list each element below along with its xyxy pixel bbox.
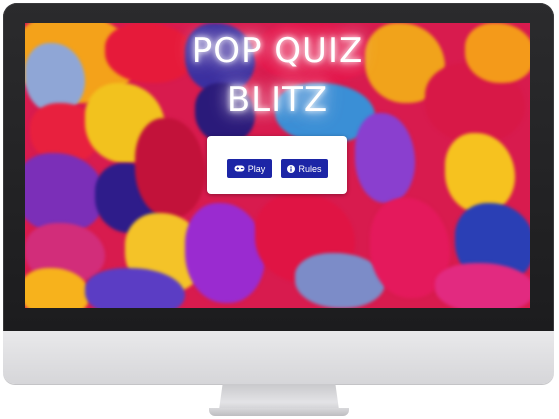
monitor-stand: [219, 384, 339, 410]
monitor-chin: [3, 331, 554, 384]
info-circle-icon: [287, 164, 296, 173]
rules-button-label: Rules: [298, 163, 322, 174]
gamepad-icon: [234, 165, 245, 172]
play-button-label: Play: [247, 163, 266, 174]
page-title-line1: POP QUIZ: [191, 31, 364, 71]
play-button[interactable]: Play: [227, 159, 272, 178]
monitor-mockup: POP QUIZ BLITZ Play Rules: [0, 0, 559, 419]
app-screen: POP QUIZ BLITZ Play Rules: [25, 23, 530, 308]
monitor-stand-base: [209, 408, 349, 416]
rules-button[interactable]: Rules: [281, 159, 328, 178]
main-menu-card: Play Rules: [207, 136, 347, 194]
page-title-line2: BLITZ: [226, 80, 329, 120]
